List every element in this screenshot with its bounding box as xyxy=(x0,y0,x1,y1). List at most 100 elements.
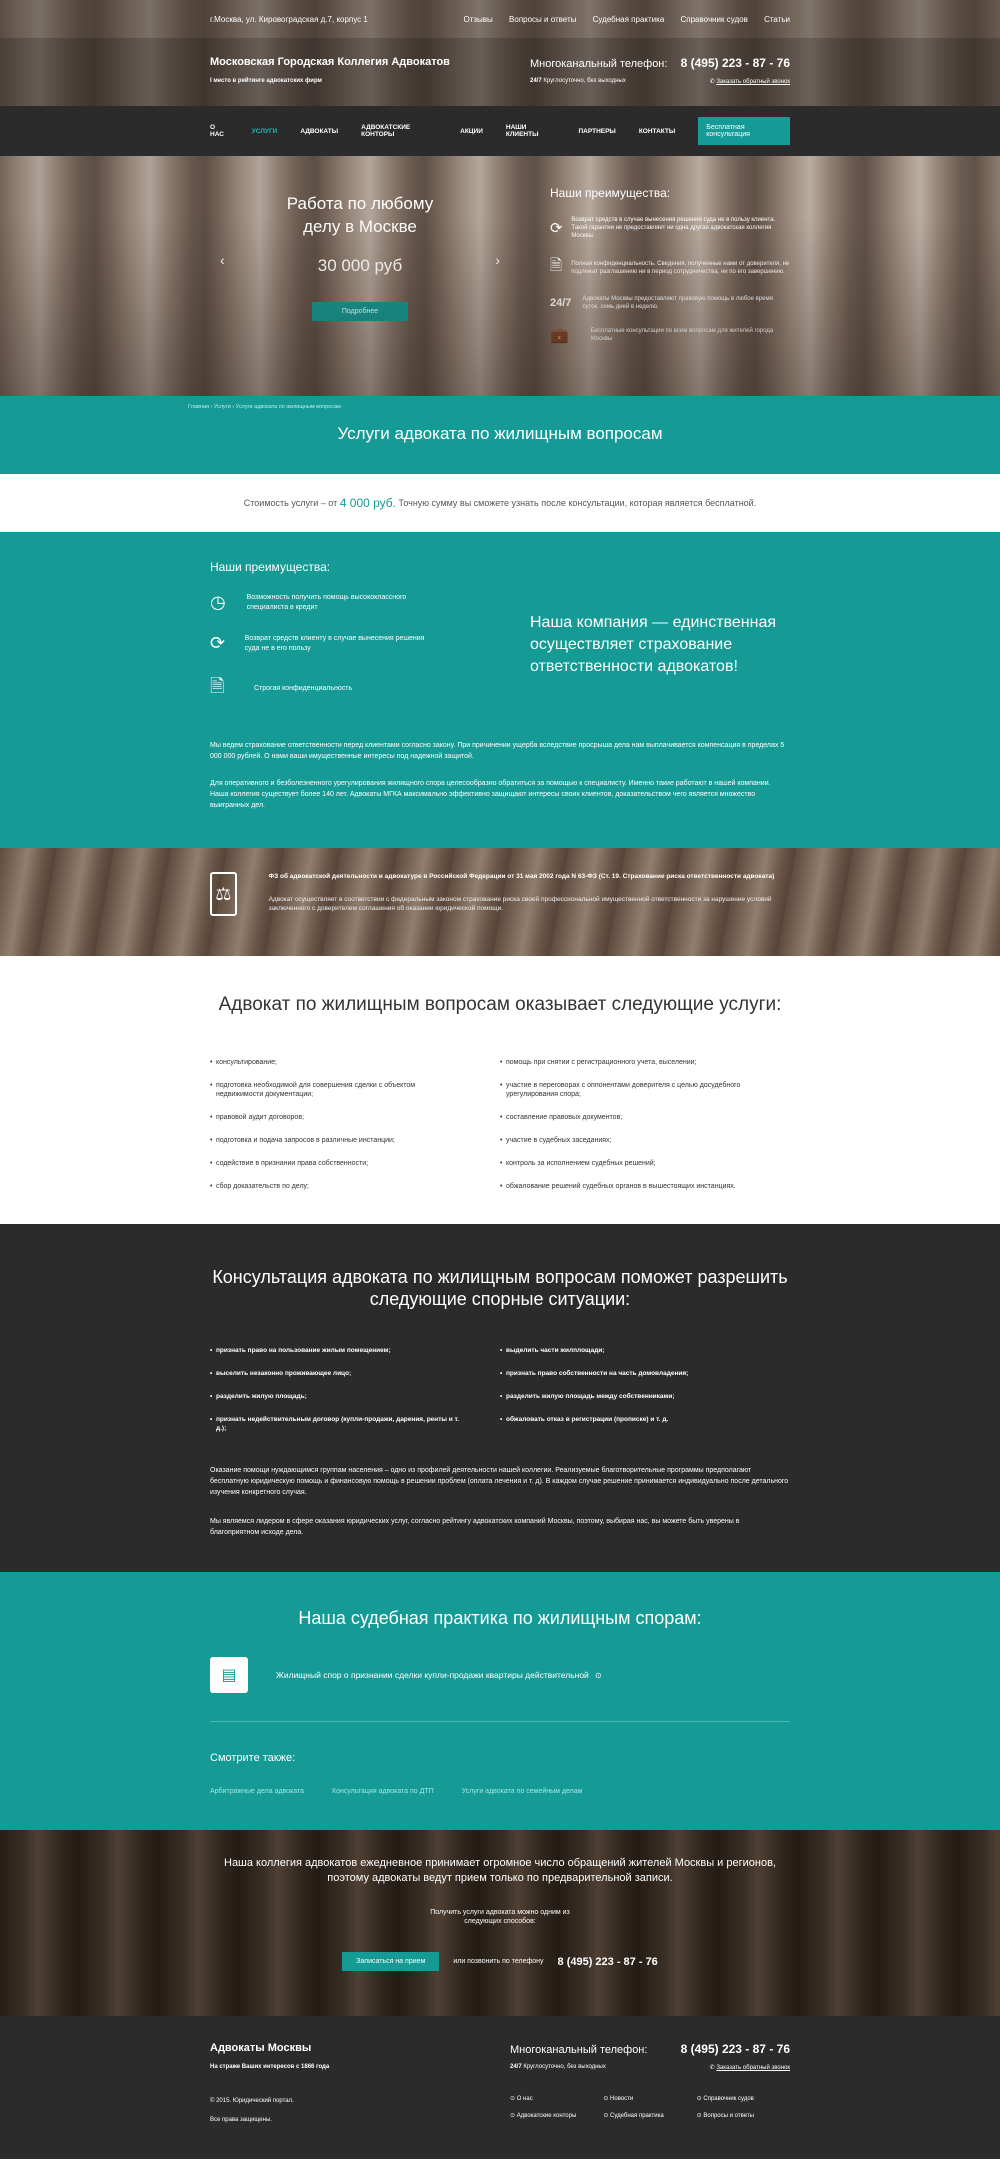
list-item: правовой аудит договоров; xyxy=(210,1113,460,1122)
page-header: Главная › Услуги › Услуги адвоката по жи… xyxy=(0,396,1000,474)
list-item: контроль за исполнением судебных решений… xyxy=(500,1159,750,1168)
advantage-item: ◷ Возможность получить помощь высококлас… xyxy=(210,592,440,613)
footer-menu: ⊙ О нас ⊙ Новости ⊙ Справочник судов ⊙ А… xyxy=(510,2095,790,2119)
list-item: помощь при снятии с регистрационного уче… xyxy=(500,1058,750,1067)
nav-about[interactable]: О НАС xyxy=(210,124,229,138)
footer-subtitle: На страже Ваших интересов с 1866 года xyxy=(210,2064,330,2070)
footer-link-label: О нас xyxy=(516,2096,533,2102)
footer-link-label: Новости xyxy=(610,2096,634,2102)
breadcrumb[interactable]: Главная › Услуги › Услуги адвоката по жи… xyxy=(188,404,341,410)
brand-title[interactable]: Московская Городская Коллегия Адвокатов xyxy=(210,56,450,68)
footer-link-offices[interactable]: ⊙ Адвокатские конторы xyxy=(510,2112,603,2119)
footer-phone[interactable]: 8 (495) 223 - 87 - 76 xyxy=(681,2042,790,2056)
hero-adv-text: Бесплатные консультации по всем вопросам… xyxy=(590,328,774,342)
insurance-claim: Наша компания — единственная осуществляе… xyxy=(530,614,777,675)
clock-money-icon: ◷ xyxy=(210,592,226,612)
hero: ‹ › Работа по любому делу в Москве 30 00… xyxy=(0,156,1000,396)
top-links: Отзывы Вопросы и ответы Судебная практик… xyxy=(449,15,790,24)
document-lock-icon: 🗎 xyxy=(210,676,225,696)
refresh-icon: ⟳ xyxy=(550,220,563,237)
consult-list-left: признать право на пользование жилым поме… xyxy=(210,1346,500,1447)
practice-case-link[interactable]: Жилищный спор о признании сделки купли-п… xyxy=(276,1670,589,1680)
free-consultation-button[interactable]: Бесплатная консультация xyxy=(698,117,790,145)
footer-copyright: © 2015. Юридический портал. xyxy=(210,2098,294,2104)
hero-adv-item: 24/7 Адвокаты Москвы предоставляют право… xyxy=(550,295,790,311)
hero-more-button[interactable]: Подробнее xyxy=(311,302,409,321)
hero-adv-item: 🗎 Полная конфиденциальность. Сведения, п… xyxy=(550,255,790,280)
chevron-left-icon[interactable]: ‹ xyxy=(220,252,225,268)
top-link-faq[interactable]: Вопросы и ответы xyxy=(509,15,576,24)
cost-prefix: Стоимость услуги – от xyxy=(243,498,338,508)
nav-lawyers[interactable]: АДВОКАТЫ xyxy=(300,128,338,135)
list-item: консультирование; xyxy=(210,1058,460,1067)
cost-value: 4 000 руб. xyxy=(339,496,397,510)
list-item: признать право на пользование жилым поме… xyxy=(210,1346,460,1355)
phone-icon: ✆ xyxy=(709,2065,715,2071)
nav-clients[interactable]: НАШИ КЛИЕНТЫ xyxy=(506,124,556,138)
nav-partners[interactable]: ПАРТНЕРЫ xyxy=(578,128,615,135)
chevron-right-icon[interactable]: › xyxy=(495,252,500,268)
briefcase-icon: 💼 xyxy=(550,327,569,344)
list-item: обжаловать отказ в регистрации (прописке… xyxy=(500,1415,750,1424)
nav-services[interactable]: УСЛУГИ xyxy=(252,128,278,135)
hero-title: Работа по любому делу в Москве xyxy=(286,194,434,236)
hero-adv-text: Адвокаты Москвы предоставляют правовую п… xyxy=(582,296,773,310)
footer-link-news[interactable]: ⊙ Новости xyxy=(603,2095,696,2102)
callback-link[interactable]: Заказать обратный звонок xyxy=(716,79,790,85)
top-link-articles[interactable]: Статьи xyxy=(764,15,790,24)
advantages-section: Наши преимущества: ◷ Возможность получит… xyxy=(0,532,1000,848)
law-text: Адвокат осуществляет в соответствии с фе… xyxy=(268,896,772,912)
list-item: признать право собственности на часть до… xyxy=(500,1369,750,1378)
top-link-courts[interactable]: Справочник судов xyxy=(681,15,748,24)
footer-link-faq[interactable]: ⊙ Вопросы и ответы xyxy=(697,2112,790,2119)
footer-link-courts[interactable]: ⊙ Справочник судов xyxy=(697,2095,790,2102)
law-book-icon: ⚖ xyxy=(210,872,237,916)
footer-link-about[interactable]: ⊙ О нас xyxy=(510,2095,603,2102)
footer-rights: Все права защищены. xyxy=(210,2117,272,2123)
page: г.Москва, ул. Кировоградская д.7, корпус… xyxy=(0,0,1000,2159)
nav-promos[interactable]: АКЦИИ xyxy=(460,128,483,135)
top-link-practice[interactable]: Судебная практика xyxy=(593,15,665,24)
arrow-circle-icon: ⊙ xyxy=(594,1670,602,1680)
top-link-reviews[interactable]: Отзывы xyxy=(463,15,492,24)
appointment-sub: Получить услуги адвоката можно одним из … xyxy=(430,1909,570,1925)
footer-title: Адвокаты Москвы xyxy=(210,2042,312,2054)
see-also-link-arbitration[interactable]: Арбитражные дела адвоката xyxy=(210,1788,304,1795)
list-item: участие в переговорах с оппонентами дове… xyxy=(500,1081,750,1099)
nav-contacts[interactable]: КОНТАКТЫ xyxy=(639,128,675,135)
appointment-phone[interactable]: 8 (495) 223 - 87 - 76 xyxy=(558,1956,658,1968)
list-item: составление правовых документов; xyxy=(500,1113,750,1122)
list-item: обжалование решений судебных органов в в… xyxy=(500,1182,750,1191)
hero-adv-text: Возврат средств в случае вынесения решен… xyxy=(571,217,776,239)
list-item: содействие в признании права собственнос… xyxy=(210,1159,460,1168)
advantages-list: ◷ Возможность получить помощь высококлас… xyxy=(210,592,440,724)
consult-list-right: выделить части жилплощади; признать прав… xyxy=(500,1346,790,1447)
consult-title: Консультация адвоката по жилищным вопрос… xyxy=(212,1267,788,1309)
advantage-item: ⟳ Возврат средств клиенту в случае вынес… xyxy=(210,633,440,654)
footer-callback-link[interactable]: Заказать обратный звонок xyxy=(716,2065,790,2071)
list-item: подготовка и подача запросов в различные… xyxy=(210,1136,460,1145)
charity-paragraph: Оказание помощи нуждающимся группам насе… xyxy=(210,1467,789,1496)
list-item: признать недействительным договор (купли… xyxy=(210,1415,460,1433)
list-item: выделить части жилплощади; xyxy=(500,1346,750,1355)
see-also-link-dtp[interactable]: Консультация адвоката по ДТП xyxy=(332,1788,434,1795)
hero-adv-text: Полная конфиденциальность. Сведения, пол… xyxy=(571,260,790,275)
hero-price: 30 000 руб xyxy=(317,256,403,275)
footer-link-practice[interactable]: ⊙ Судебная практика xyxy=(603,2112,696,2119)
refresh-icon: ⟳ xyxy=(210,633,226,653)
brand-subtitle: I место в рейтинге адвокатских фирм xyxy=(210,78,322,84)
clock-24-7-icon: 24/7 xyxy=(550,297,572,309)
nav-offices[interactable]: АДВОКАТСКИЕ КОНТОРЫ xyxy=(361,124,437,138)
see-also-links: Арбитражные дела адвоката Консультация а… xyxy=(210,1788,790,1795)
insurance-paragraph: Мы ведем страхование ответственности пер… xyxy=(210,742,785,760)
book-appointment-button[interactable]: Записаться на прием xyxy=(342,1952,440,1971)
phone-number[interactable]: 8 (495) 223 - 87 - 76 xyxy=(681,56,790,70)
brand-bar: Московская Городская Коллегия Адвокатов … xyxy=(0,38,1000,106)
practice-case[interactable]: ▤ Жилищный спор о признании сделки купли… xyxy=(210,1657,790,1722)
practice-section: Наша судебная практика по жилищным спора… xyxy=(0,1572,1000,1830)
archive-box-icon: ▤ xyxy=(210,1657,248,1693)
law-banner: ⚖ ФЗ об адвокатской деятельности и адвок… xyxy=(0,848,1000,956)
header-photo: г.Москва, ул. Кировоградская д.7, корпус… xyxy=(0,0,1000,396)
footer-link-label: Вопросы и ответы xyxy=(703,2113,754,2119)
see-also-link-family[interactable]: Услуги адвоката по семейным делам xyxy=(462,1788,583,1795)
